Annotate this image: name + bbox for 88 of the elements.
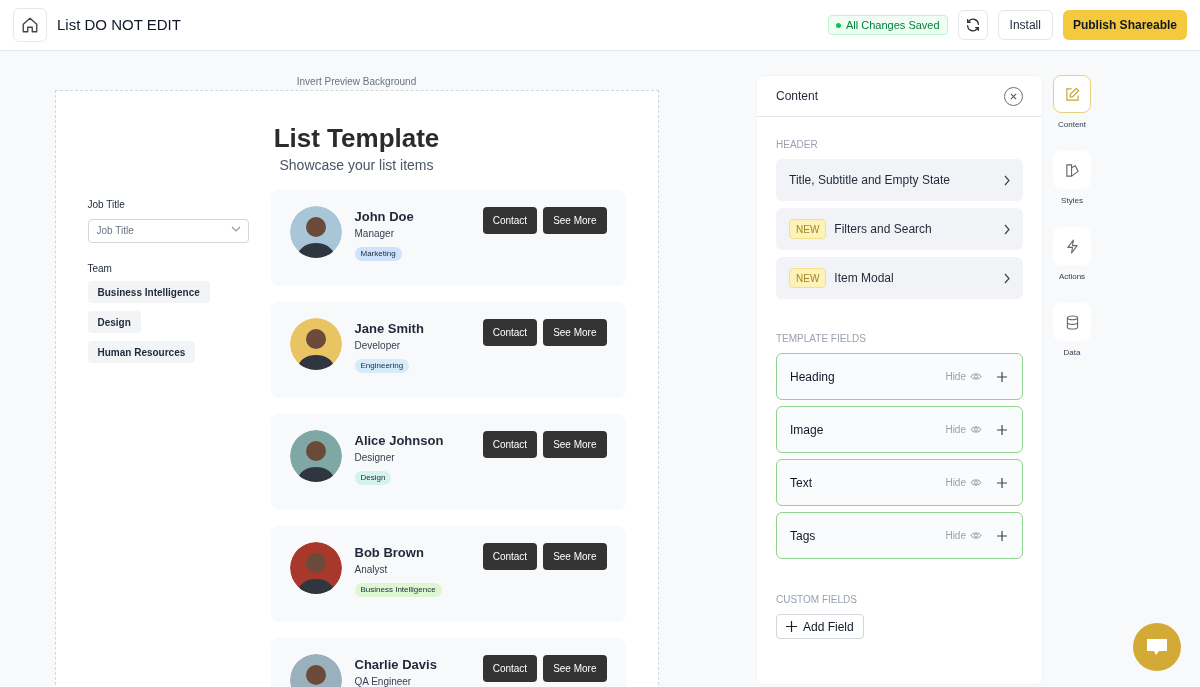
section-heading: HEADER [776,138,819,152]
plus-icon [997,477,1007,488]
eye-icon [970,425,982,434]
item-tag: Business Intelligence [354,583,442,597]
job-title-select[interactable]: Job Title [87,218,249,243]
item-name: Charlie Davis [354,657,438,673]
add-field-button[interactable]: Add Field [776,614,864,639]
add-button[interactable] [996,370,1008,383]
list-title: List Template [273,122,440,154]
see-more-button[interactable]: See More [543,543,607,570]
add-button[interactable] [996,476,1008,489]
sidebar-tab[interactable] [1053,151,1091,189]
item-name: Alice Johnson [354,433,445,449]
contact-button[interactable]: Contact [482,431,538,458]
home-icon [21,16,39,34]
nav-item-label: Item Modal [834,270,895,287]
see-more-button[interactable]: See More [543,319,607,346]
item-role: Designer [354,451,396,464]
see-more-button[interactable]: See More [543,431,607,458]
section-nav-item[interactable]: NEW Item Modal [776,257,1023,299]
field-label: Image [790,421,825,439]
chevron-right-icon [1004,272,1010,284]
new-badge: NEW [789,219,827,239]
item-tag: Marketing [354,247,402,261]
refresh-button[interactable] [957,10,988,40]
filter-label: Team [87,262,113,276]
item-role: Analyst [354,563,389,576]
bolt-icon [1065,238,1079,254]
edit-icon [1064,86,1080,102]
section-heading: CUSTOM FIELDS [776,593,858,607]
section-nav-item[interactable]: NEW Filters and Search [776,208,1023,250]
item-role: QA Engineer [354,675,413,687]
eye-icon [970,372,982,381]
filter-label: Job Title [87,198,126,212]
chevron-down-icon [230,226,241,232]
eye-icon [970,478,982,487]
item-tag: Design [354,471,392,485]
page-title: List DO NOT EDIT [57,14,181,35]
plus-icon [786,621,797,632]
item-role: Developer [354,339,402,352]
sidebar-tab[interactable] [1053,227,1091,265]
item-name: Bob Brown [354,545,425,561]
contact-button[interactable]: Contact [482,207,538,234]
team-filter-chip[interactable]: Human Resources [87,341,196,363]
see-more-button[interactable]: See More [543,207,607,234]
item-name: John Doe [354,209,415,225]
tab-label: Data [1063,347,1081,359]
eye-icon [970,531,982,540]
sidebar-tab[interactable] [1053,303,1091,341]
save-status-badge: All Changes Saved [828,15,948,35]
tab-label: Content [1058,119,1086,131]
add-button[interactable] [996,423,1008,436]
install-button[interactable]: Install [997,10,1053,40]
invert-background-link[interactable]: Invert Preview Background [296,74,417,89]
contact-button[interactable]: Contact [482,543,538,570]
database-icon [1065,314,1079,330]
team-filter-chip[interactable]: Design [87,311,141,333]
tab-label: Actions [1058,271,1086,283]
team-filter-chip[interactable]: Business Intelligence [87,281,210,303]
item-name: Jane Smith [354,321,425,337]
publish-button[interactable]: Publish Shareable [1062,10,1187,40]
plus-icon [997,371,1007,382]
chevron-right-icon [1004,174,1010,186]
section-nav-item[interactable]: Title, Subtitle and Empty State [776,159,1023,201]
field-label: Tags [790,527,817,545]
contact-button[interactable]: Contact [482,319,538,346]
item-role: Manager [354,227,395,240]
refresh-icon [964,17,981,33]
styles-icon [1064,162,1080,178]
nav-item-label: Title, Subtitle and Empty State [789,172,951,189]
chevron-right-icon [1004,223,1010,235]
list-subtitle: Showcase your list items [279,156,434,175]
close-icon [1010,92,1017,100]
add-button[interactable] [996,529,1008,542]
tab-label: Styles [1061,195,1083,207]
field-label: Heading [790,368,836,386]
home-button[interactable] [13,8,47,42]
item-tag: Engineering [354,359,410,373]
panel-title: Content [776,88,820,105]
plus-icon [997,530,1007,541]
contact-button[interactable]: Contact [482,655,538,682]
section-heading: TEMPLATE FIELDS [776,332,867,346]
see-more-button[interactable]: See More [543,655,607,682]
chat-icon [1146,637,1168,657]
new-badge: NEW [789,268,827,288]
field-label: Text [790,474,813,492]
nav-item-label: Filters and Search [834,221,933,238]
plus-icon [997,424,1007,435]
